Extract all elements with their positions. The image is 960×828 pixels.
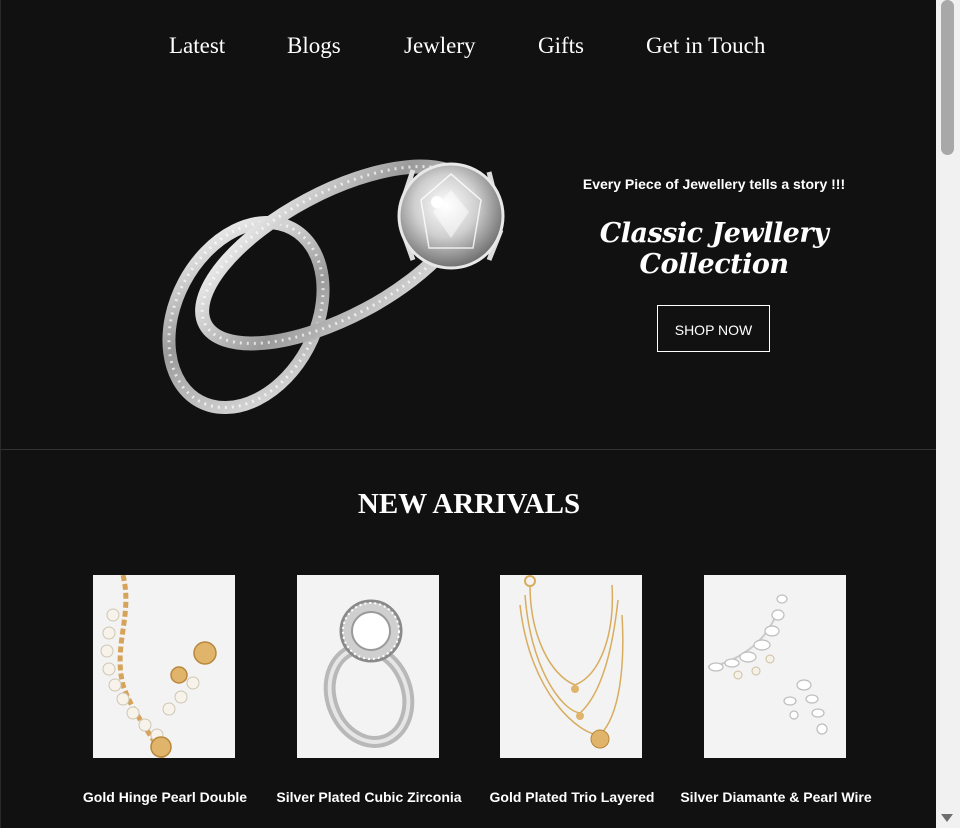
product-name[interactable]: Gold Plated Trio Layered (470, 789, 674, 806)
page: Latest Blogs Jewlery Gifts Get in Touch (0, 0, 936, 828)
main-nav: Latest Blogs Jewlery Gifts Get in Touch (1, 28, 936, 64)
product-image[interactable] (93, 575, 235, 758)
layered-necklace-icon (519, 575, 624, 749)
pearl-coin-necklace-icon (100, 575, 217, 758)
section-divider (1, 449, 936, 450)
product-image[interactable] (704, 575, 846, 758)
halo-ring-icon (323, 599, 415, 748)
product-name[interactable]: Silver Plated Cubic Zirconia (267, 789, 471, 806)
hero-tagline: Every Piece of Jewellery tells a story !… (582, 176, 846, 192)
shop-now-button[interactable]: SHOP NOW (657, 305, 770, 352)
scroll-down-arrow-icon[interactable] (941, 814, 953, 822)
product-image[interactable] (297, 575, 439, 758)
nav-item-blogs[interactable]: Blogs (287, 28, 341, 64)
scrollbar-thumb[interactable] (941, 0, 954, 155)
nav-item-get-in-touch[interactable]: Get in Touch (646, 28, 765, 64)
diamante-pearl-set-icon (707, 594, 828, 735)
vertical-scrollbar[interactable] (936, 0, 960, 828)
product-name[interactable]: Silver Diamante & Pearl Wire (674, 789, 878, 806)
product-name[interactable]: Gold Hinge Pearl Double (63, 789, 267, 806)
new-arrivals-title: NEW ARRIVALS (357, 488, 581, 520)
nav-item-gifts[interactable]: Gifts (538, 28, 584, 64)
nav-item-jewlery[interactable]: Jewlery (404, 28, 476, 64)
product-image[interactable] (500, 575, 642, 758)
diamond-ring-set-icon (162, 159, 505, 415)
nav-item-latest[interactable]: Latest (169, 28, 225, 64)
hero-banner: Every Piece of Jewellery tells a story !… (1, 100, 936, 449)
collection-title: Classic Jewllery Collection (599, 218, 829, 280)
